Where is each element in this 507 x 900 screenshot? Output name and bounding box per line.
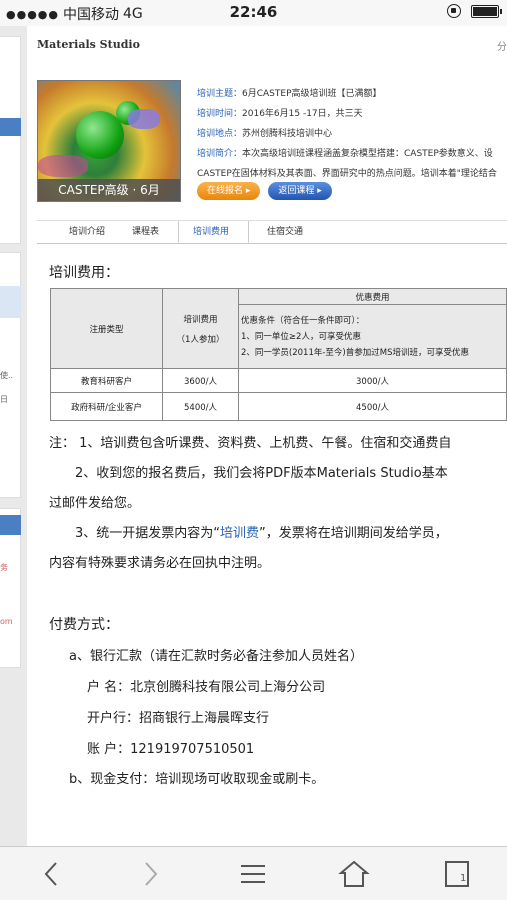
side-text: om xyxy=(0,617,13,626)
course-tabs: 培训介绍 课程表 培训费用 住宿交通 xyxy=(37,220,507,244)
side-highlight xyxy=(0,286,21,318)
tab-count: 1 xyxy=(460,873,467,884)
fees-title: 培训费用： xyxy=(49,265,119,281)
info-row-topic: 培训主题：6月CASTEP高级培训班【已满额】 xyxy=(197,89,382,99)
menu-icon xyxy=(241,865,265,883)
info-row-time: 培训时间：2016年6月15 -17日，共三天 xyxy=(197,109,363,119)
tabs-icon xyxy=(445,861,469,887)
side-text: 使.. xyxy=(0,371,14,380)
table-row: 教育科研客户 3600/人 3000/人 xyxy=(50,368,507,393)
site-header: Materials Studio xyxy=(37,38,140,51)
payment-bank: 开户行：招商银行上海晨晖支行 xyxy=(87,711,270,726)
info-row-intro-cont: CASTEP在固体材料及其表面、界面研究中的热点问题。培训本着"理论结合 xyxy=(197,169,497,179)
share-link[interactable]: 分 xyxy=(497,38,507,53)
tab-accommodation[interactable]: 住宿交通 xyxy=(249,221,322,243)
status-time: 22:46 xyxy=(229,3,278,21)
apply-online-button[interactable]: 在线报名 ▸ xyxy=(197,182,261,200)
payment-title: 付费方式： xyxy=(49,617,119,633)
table-header-type: 注册类型 xyxy=(50,288,163,369)
table-row: 政府科研/企业客户 5400/人 4500/人 xyxy=(50,392,507,421)
battery-icon xyxy=(471,4,502,18)
table-header-price: 培训费用 （1人参加） xyxy=(162,288,239,369)
discount-conditions: 优惠条件（符合任一条件即可）： 1、同一单位≥2人，可享受优惠 2、同一学员(2… xyxy=(238,304,507,369)
menu-button[interactable] xyxy=(233,857,273,891)
tab-fees[interactable]: 培训费用 xyxy=(178,221,250,243)
course-panel: Materials Studio 分 CASTEP高级 · 6月 培训主题：6月… xyxy=(27,26,507,846)
tab-schedule[interactable]: 课程表 xyxy=(124,221,178,243)
fees-table: 注册类型 培训费用 （1人参加） 优惠费用 优惠条件（符合任一条件即可）： 1、… xyxy=(50,288,507,421)
payment-account-name: 户 名：北京创腾科技有限公司上海分公司 xyxy=(87,680,326,695)
note-3-cont: 内容有特殊要求请务必在回执中注明。 xyxy=(49,556,271,571)
back-to-courses-button[interactable]: 返回课程 ▸ xyxy=(268,182,332,200)
side-text: 务 xyxy=(0,563,8,572)
molecule-shape xyxy=(38,155,88,177)
tab-introduction[interactable]: 培训介绍 xyxy=(37,221,124,243)
home-button[interactable] xyxy=(334,857,374,891)
rotation-lock-icon xyxy=(447,4,461,18)
course-info: 培训主题：6月CASTEP高级培训班【已满额】 培训时间：2016年6月15 -… xyxy=(197,84,507,184)
note-3: 3、统一开据发票内容为“培训费”，发票将在培训期间发给学员， xyxy=(75,526,448,541)
side-text: 日 xyxy=(0,395,8,404)
payment-bank-transfer: a、银行汇款（请在汇款时务必备注参加人员姓名） xyxy=(69,649,363,664)
course-image[interactable]: CASTEP高级 · 6月 xyxy=(37,80,181,202)
tabs-button[interactable]: 1 xyxy=(438,857,478,891)
side-card xyxy=(0,36,21,244)
invoice-content-link[interactable]: 培训费 xyxy=(220,526,259,541)
action-buttons: 在线报名 ▸ 返回课程 ▸ xyxy=(197,182,332,200)
chevron-left-icon xyxy=(44,862,57,886)
molecule-shape xyxy=(128,109,160,129)
side-highlight xyxy=(0,118,21,136)
forward-button[interactable] xyxy=(130,857,170,891)
info-row-location: 培训地点：苏州创腾科技培训中心 xyxy=(197,129,333,139)
note-2: 2、收到您的报名费后，我们会将PDF版本Materials Studio基本 xyxy=(75,466,448,481)
side-highlight xyxy=(0,515,21,535)
image-caption: CASTEP高级 · 6月 xyxy=(38,179,180,201)
back-button[interactable] xyxy=(30,857,70,891)
browser-toolbar: 1 xyxy=(0,846,507,900)
payment-cash: b、现金支付：培训现场可收取现金或刷卡。 xyxy=(69,772,325,787)
status-bar: ●●●●● 中国移动 4G 22:46 xyxy=(0,0,507,26)
chevron-right-icon xyxy=(145,862,158,886)
table-header-discount: 优惠费用 xyxy=(238,288,507,305)
note-1: 注： 1、培训费包含听课费、资料费、上机费、午餐。住宿和交通费自 xyxy=(49,436,452,451)
payment-account-number: 账 户：121919707510501 xyxy=(87,742,255,757)
home-icon xyxy=(338,860,370,887)
info-row-intro: 培训简介：本次高级培训班课程涵盖复杂模型搭建：CASTEP参数意义、设 xyxy=(197,149,493,159)
note-2-cont: 过邮件发给您。 xyxy=(49,496,141,511)
